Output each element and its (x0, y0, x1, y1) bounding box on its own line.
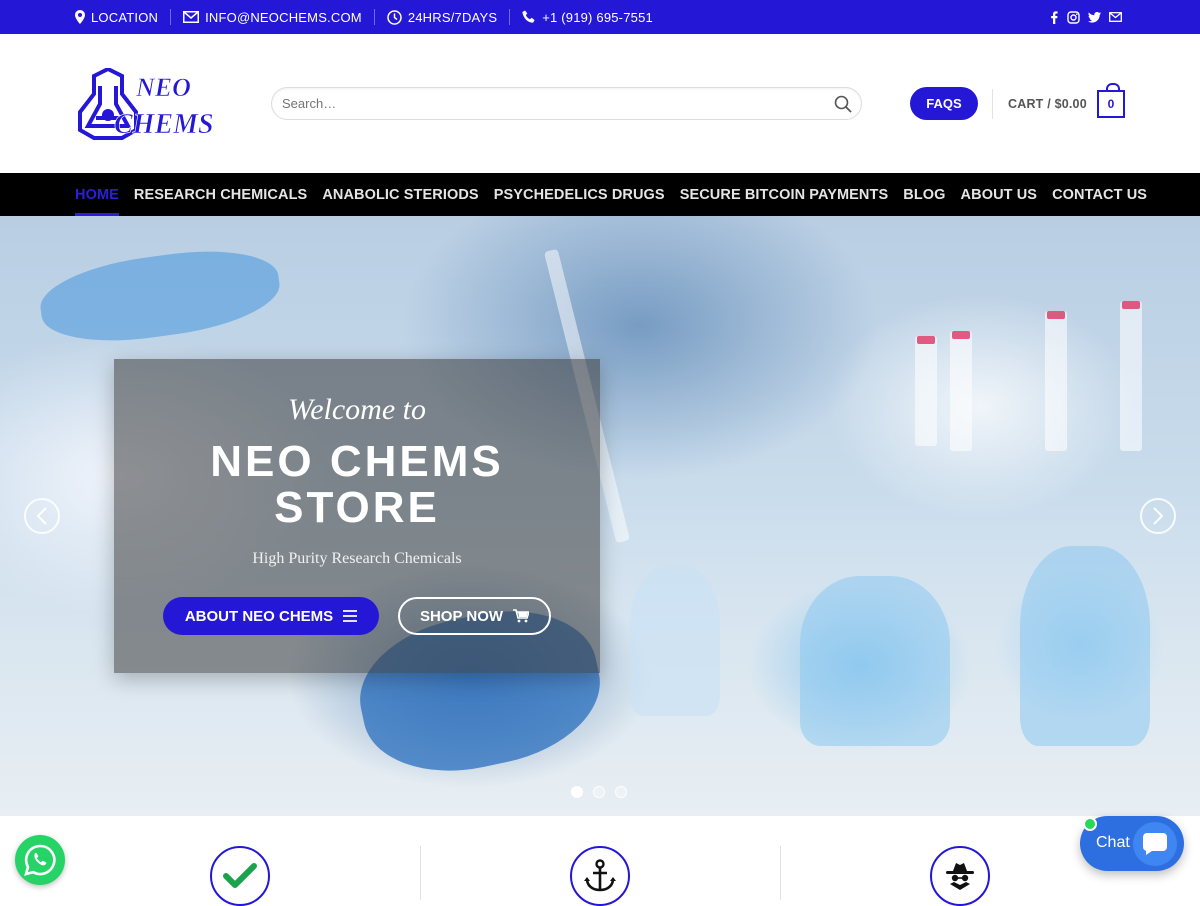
email-link[interactable]: INFO@NEOCHEMS.COM (183, 10, 362, 25)
slider-dots (571, 786, 627, 798)
feature-quality (210, 846, 270, 906)
email-label: INFO@NEOCHEMS.COM (205, 9, 362, 25)
nav-item-home[interactable]: HOME (75, 173, 119, 216)
feature-reliability (570, 846, 630, 906)
nav-item-secure-bitcoin-payments[interactable]: SECURE BITCOIN PAYMENTS (680, 173, 889, 216)
nav-item-contact-us[interactable]: CONTACT US (1052, 173, 1147, 216)
hero-title: NEO CHEMS STORE (114, 439, 600, 531)
flask (630, 566, 720, 716)
whatsapp-button[interactable] (15, 835, 65, 885)
nav-item-about-us[interactable]: ABOUT US (961, 173, 1038, 216)
search-box (271, 87, 862, 120)
features-strip (0, 816, 1200, 906)
slider-prev-button[interactable] (24, 498, 60, 534)
online-status-dot (1083, 817, 1097, 831)
map-pin-icon (75, 10, 85, 24)
faqs-button[interactable]: FAQS (910, 87, 978, 120)
chat-bubble-icon (1133, 822, 1177, 866)
facebook-icon[interactable] (1049, 10, 1059, 24)
nav-item-research-chemicals[interactable]: RESEARCH CHEMICALS (134, 173, 307, 216)
header-divider (992, 89, 993, 119)
checkmark-icon (223, 863, 257, 888)
logo-text-neo: NEO (135, 73, 191, 102)
hero-text-panel: Welcome to NEO CHEMS STORE High Purity Re… (114, 359, 600, 673)
menu-icon (343, 610, 358, 622)
about-neo-chems-button[interactable]: ABOUT NEO CHEMS (163, 597, 379, 635)
site-header: NEO CHEMS FAQS CART / $0.00 0 (0, 34, 1200, 173)
twitter-icon[interactable] (1088, 11, 1101, 23)
main-nav: HOME RESEARCH CHEMICALS ANABOLIC STERIOD… (0, 173, 1200, 216)
hours-info: 24HRS/7DAYS (387, 10, 497, 25)
top-bar: LOCATION INFO@NEOCHEMS.COM 24HRS/7DAYS +… (0, 0, 1200, 34)
search-icon[interactable] (834, 95, 852, 118)
chat-label: Chat (1096, 834, 1130, 851)
cart-link[interactable]: CART / $0.00 (1008, 93, 1087, 115)
logo-text-chems: CHEMS (114, 109, 214, 140)
feature-divider (780, 846, 781, 900)
phone-icon (522, 10, 535, 23)
shop-now-button[interactable]: SHOP NOW (398, 597, 551, 635)
feature-discreet (930, 846, 990, 906)
test-tube (1045, 311, 1067, 451)
whatsapp-icon (24, 844, 56, 876)
nav-item-anabolic-steriods[interactable]: ANABOLIC STERIODS (322, 173, 478, 216)
hours-label: 24HRS/7DAYS (407, 9, 498, 25)
cart-icon (513, 609, 530, 623)
clock-icon (387, 9, 402, 25)
phone-link[interactable]: +1 (919) 695-7551 (522, 10, 653, 25)
slider-next-button[interactable] (1140, 498, 1176, 534)
slider-dot-1[interactable] (571, 786, 583, 798)
flask (1020, 546, 1150, 746)
site-logo[interactable]: NEO CHEMS (78, 66, 238, 140)
anchor-icon (584, 859, 616, 892)
test-tube (915, 336, 937, 446)
slider-dot-2[interactable] (593, 786, 605, 798)
hero-slider: Welcome to NEO CHEMS STORE High Purity Re… (0, 216, 1200, 816)
hero-title-line-2: STORE (274, 483, 440, 532)
feature-divider (420, 846, 421, 900)
envelope-icon[interactable] (1109, 12, 1122, 22)
slider-dot-3[interactable] (615, 786, 627, 798)
test-tube (950, 331, 972, 451)
hero-welcome: Welcome to (287, 393, 427, 426)
flask (800, 576, 950, 746)
nav-item-blog[interactable]: BLOG (903, 173, 945, 216)
phone-label: +1 (919) 695-7551 (542, 9, 653, 25)
instagram-icon[interactable] (1067, 10, 1080, 24)
test-tube (1120, 301, 1142, 451)
location-link[interactable]: LOCATION (75, 10, 158, 25)
chat-widget-button[interactable]: Chat (1080, 816, 1184, 871)
hero-subtitle: High Purity Research Chemicals (252, 550, 462, 567)
spy-icon (946, 863, 974, 890)
search-input[interactable] (282, 88, 812, 119)
location-label: LOCATION (91, 9, 159, 25)
nav-item-psychedelics-drugs[interactable]: PSYCHEDELICS DRUGS (494, 173, 665, 216)
envelope-icon (183, 11, 200, 23)
shop-button-label: SHOP NOW (419, 607, 504, 625)
about-button-label: ABOUT NEO CHEMS (184, 607, 334, 625)
cart-count-badge[interactable]: 0 (1097, 83, 1125, 118)
hero-title-line-1: NEO CHEMS (210, 437, 504, 486)
cart-total: $0.00 (1054, 97, 1087, 111)
cart-label: CART / (1008, 97, 1051, 111)
chevron-left-icon (36, 507, 47, 525)
chevron-right-icon (1153, 507, 1164, 525)
